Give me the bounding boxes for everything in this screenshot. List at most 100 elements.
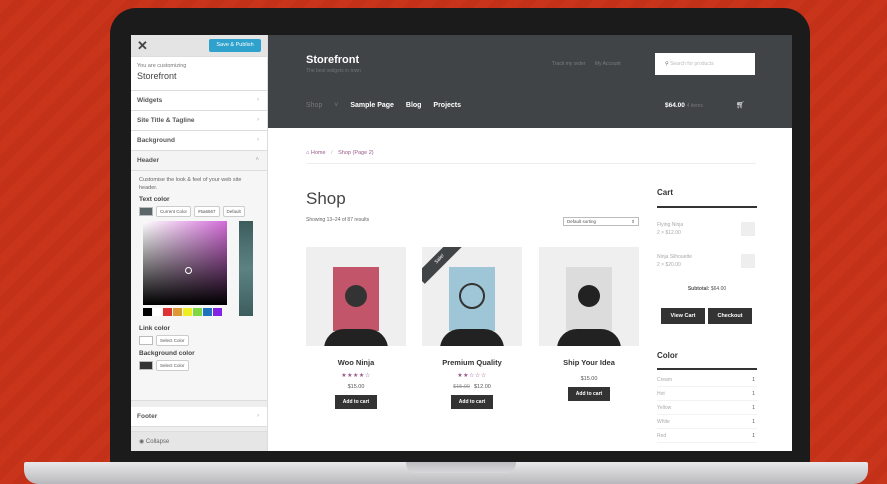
product-card[interactable]: Sale! Premium Quality ★★☆☆☆ $15.00 $12.00… bbox=[422, 247, 522, 409]
section-label: Footer bbox=[137, 413, 158, 420]
nav-projects[interactable]: Projects bbox=[433, 102, 461, 109]
view-cart-button[interactable]: View Cart bbox=[661, 308, 705, 324]
chevron-right-icon: › bbox=[257, 413, 259, 419]
breadcrumb-home[interactable]: Home bbox=[311, 150, 326, 156]
palette-swatch[interactable] bbox=[213, 308, 222, 316]
nav-sample-page[interactable]: Sample Page bbox=[350, 102, 394, 109]
background-color-label: Background color bbox=[139, 350, 195, 357]
widget-divider bbox=[657, 206, 757, 208]
hue-slider[interactable] bbox=[239, 221, 253, 316]
subtotal-label: Subtotal: bbox=[687, 286, 710, 292]
palette-swatch[interactable] bbox=[153, 308, 162, 316]
add-to-cart-button[interactable]: Add to cart bbox=[334, 395, 378, 409]
text-color-label: Text color bbox=[139, 196, 170, 203]
poster-image bbox=[333, 267, 379, 331]
product-title[interactable]: Premium Quality bbox=[422, 358, 522, 367]
color-filter-row[interactable]: Hot 1 bbox=[657, 388, 757, 401]
mini-cart-item[interactable]: Flying Ninja 2 × $12.00 bbox=[657, 221, 683, 237]
cart-total-amount: $64.00 bbox=[665, 102, 685, 109]
cart-icon[interactable]: 🛒︎ bbox=[736, 101, 745, 109]
product-price: $15.00 $12.00 bbox=[422, 384, 522, 390]
text-color-swatch[interactable] bbox=[139, 207, 153, 216]
color-filter-row[interactable]: Red 1 bbox=[657, 430, 757, 443]
mini-cart-thumbnail bbox=[741, 254, 755, 268]
add-to-cart-button[interactable]: Add to cart bbox=[450, 395, 494, 409]
product-title[interactable]: Woo Ninja bbox=[306, 358, 406, 367]
poster-image bbox=[566, 267, 612, 331]
picker-handle[interactable] bbox=[185, 267, 192, 274]
section-footer[interactable]: Footer › bbox=[131, 407, 267, 427]
nav-label: Shop bbox=[306, 102, 323, 109]
background-color-swatch[interactable] bbox=[139, 361, 153, 370]
breadcrumb-current: Shop (Page 2) bbox=[338, 150, 374, 156]
nav-blog[interactable]: Blog bbox=[406, 102, 422, 109]
palette-swatch[interactable] bbox=[183, 308, 192, 316]
theme-name: Storefront bbox=[137, 71, 177, 81]
nav-my-account[interactable]: My Account bbox=[595, 61, 621, 67]
cart-widget-title: Cart bbox=[657, 188, 674, 197]
filter-name: Hot bbox=[657, 391, 665, 397]
palette-swatch[interactable] bbox=[193, 308, 202, 316]
filter-name: Cream bbox=[657, 377, 673, 383]
cart-subtotal: Subtotal: $64.00 bbox=[657, 286, 757, 292]
product-search-input[interactable]: ⚲ Search for products bbox=[655, 53, 755, 75]
mini-cart-item-name: Ninja Silhouette bbox=[657, 254, 693, 260]
palette-swatch[interactable] bbox=[203, 308, 212, 316]
link-color-controls: Select Color bbox=[139, 335, 259, 346]
color-filter-row[interactable]: Yellow 1 bbox=[657, 402, 757, 415]
header-description: Customise the look & feel of your web si… bbox=[139, 177, 242, 191]
palette-swatch[interactable] bbox=[143, 308, 152, 316]
model-figure bbox=[324, 329, 388, 346]
save-publish-button[interactable]: Save & Publish bbox=[209, 39, 261, 52]
palette-swatch[interactable] bbox=[173, 308, 182, 316]
mini-cart-item-qty: 2 × $12.00 bbox=[657, 230, 681, 236]
close-icon[interactable]: ✕ bbox=[137, 38, 148, 54]
section-site-title[interactable]: Site Title & Tagline › bbox=[131, 111, 267, 131]
product-card[interactable]: Ship Your Idea $15.00 Add to cart bbox=[539, 247, 639, 401]
current-color-button[interactable]: Current Color bbox=[156, 206, 192, 217]
color-filter-row[interactable]: Cream 1 bbox=[657, 374, 757, 387]
section-widgets[interactable]: Widgets › bbox=[131, 91, 267, 111]
product-card[interactable]: Woo Ninja ★★★★☆ $15.00 Add to cart bbox=[306, 247, 406, 409]
mini-cart-item[interactable]: Ninja Silhouette 2 × $20.00 bbox=[657, 253, 692, 269]
chevron-up-icon: ˄ bbox=[255, 157, 259, 163]
select-color-button[interactable]: Select Color bbox=[156, 335, 189, 346]
customizer-header: ✕ Save & Publish bbox=[131, 35, 267, 57]
chevron-right-icon: › bbox=[257, 97, 259, 103]
product-image[interactable] bbox=[539, 247, 639, 346]
color-filter-row[interactable]: White 1 bbox=[657, 416, 757, 429]
add-to-cart-button[interactable]: Add to cart bbox=[567, 387, 611, 401]
product-image[interactable]: Sale! bbox=[422, 247, 522, 346]
star-rating: ★★★★☆ bbox=[341, 373, 371, 379]
nav-track-order[interactable]: Track my order bbox=[552, 61, 585, 67]
color-picker[interactable] bbox=[139, 221, 259, 321]
palette-swatch[interactable] bbox=[163, 308, 172, 316]
site-header: Storefront The best widgets in town Trac… bbox=[268, 35, 792, 128]
filter-name: Red bbox=[657, 433, 667, 439]
product-title[interactable]: Ship Your Idea bbox=[539, 358, 639, 367]
customizing-label: You are customizing bbox=[137, 63, 187, 69]
site-title[interactable]: Storefront bbox=[306, 54, 359, 66]
chevron-down-icon: ⇕ bbox=[631, 219, 635, 224]
section-background[interactable]: Background › bbox=[131, 131, 267, 151]
customizer-panel: ✕ Save & Publish You are customizing Sto… bbox=[131, 35, 268, 451]
default-color-button[interactable]: Default bbox=[222, 206, 245, 217]
checkout-button[interactable]: Checkout bbox=[708, 308, 752, 324]
background-color-controls: Select Color bbox=[139, 360, 259, 371]
product-image[interactable] bbox=[306, 247, 406, 346]
saturation-field[interactable] bbox=[143, 221, 227, 305]
section-header[interactable]: Header ˄ bbox=[131, 151, 267, 171]
collapse-button[interactable]: ◉ Collapse bbox=[131, 431, 267, 451]
product-price: $15.00 bbox=[347, 384, 365, 390]
sorting-select[interactable]: Default sorting ⇕ bbox=[563, 217, 639, 226]
select-color-button[interactable]: Select Color bbox=[156, 360, 189, 371]
secondary-nav: Track my order My Account bbox=[552, 61, 629, 67]
model-figure bbox=[440, 329, 504, 346]
link-color-swatch[interactable] bbox=[139, 336, 153, 345]
nav-shop[interactable]: Shop ˅ bbox=[306, 102, 338, 109]
header-cart[interactable]: $64.00 4 items bbox=[665, 102, 703, 109]
color-hex-input[interactable]: #5a6567 bbox=[194, 206, 220, 217]
filter-count: 1 bbox=[752, 391, 755, 397]
search-placeholder: Search for products bbox=[670, 61, 714, 67]
filter-count: 1 bbox=[752, 405, 755, 411]
